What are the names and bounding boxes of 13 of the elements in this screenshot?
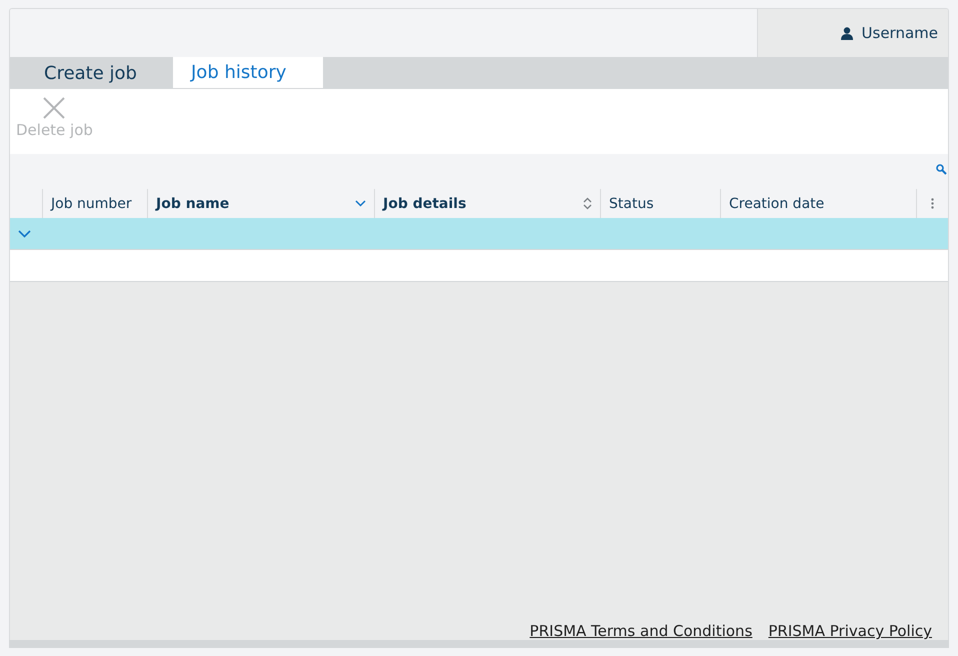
footer-link[interactable]: PRISMA Terms and Conditions — [530, 622, 752, 640]
username: Username — [862, 24, 938, 42]
tab[interactable]: Job history — [173, 57, 323, 88]
sort-icon[interactable] — [583, 197, 592, 210]
user-menu[interactable]: Username — [757, 9, 948, 57]
search-icon[interactable] — [936, 164, 947, 175]
tab[interactable]: Create job — [10, 57, 173, 89]
close-icon — [43, 97, 66, 119]
user-icon — [840, 26, 853, 40]
chevron-down-icon[interactable] — [355, 200, 366, 207]
chevron-down-icon[interactable] — [18, 230, 31, 238]
more-icon[interactable] — [931, 198, 934, 209]
footer-link[interactable]: PRISMA Privacy Policy — [768, 622, 932, 640]
